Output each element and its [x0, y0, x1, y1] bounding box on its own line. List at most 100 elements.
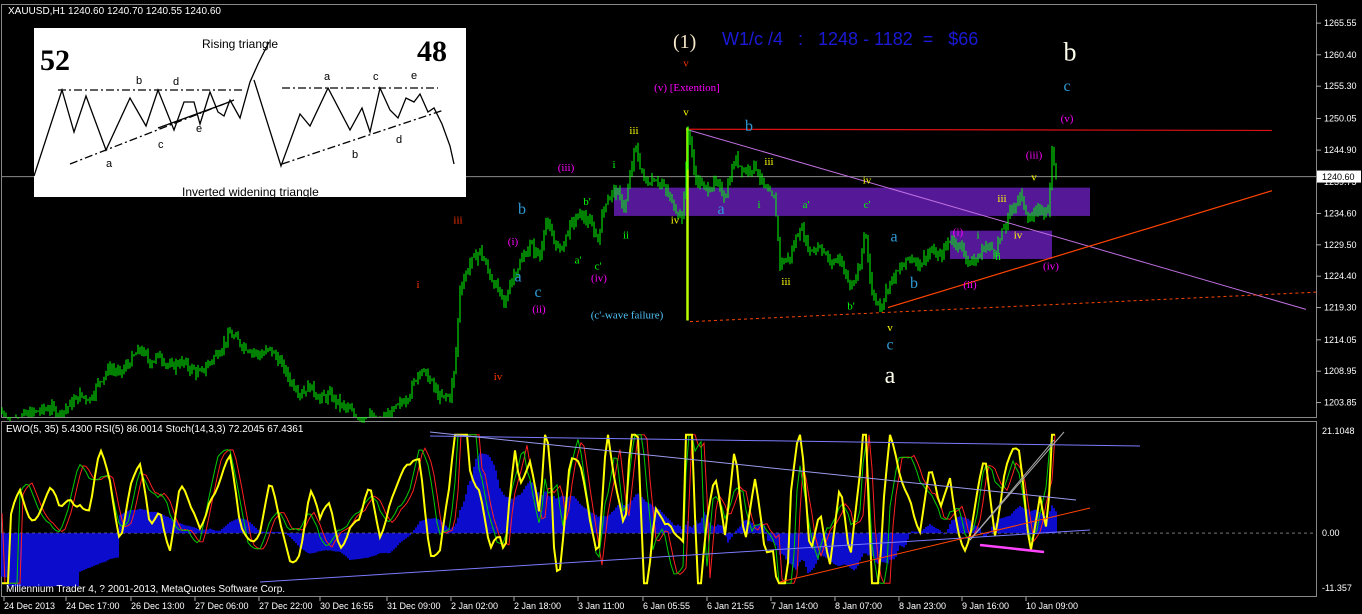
- wave-label: iv: [863, 174, 872, 186]
- time-tick-label: 30 Dec 16:55: [320, 601, 374, 611]
- resistance-line: [685, 128, 1273, 132]
- headline-calculation: W1/c /4 : 1248 - 1182 = $66: [722, 29, 978, 49]
- time-tick-label: 31 Dec 09:00: [387, 601, 441, 611]
- price-tick-label: 1219.30: [1324, 303, 1357, 313]
- wave-label: i: [757, 199, 760, 211]
- wave-label: iii: [997, 193, 1006, 205]
- wave-label: b: [1064, 37, 1077, 66]
- wave-label: v: [683, 107, 689, 119]
- trendlines: [685, 127, 1317, 323]
- indicator-header: EWO(5, 35) 5.4300 RSI(5) 86.0014 Stoch(1…: [6, 424, 304, 435]
- widening-point-c: c: [373, 71, 379, 83]
- time-tick-label: 3 Jan 11:00: [578, 601, 624, 611]
- price-tick-label: 1208.95: [1324, 366, 1357, 376]
- wave-label: b: [745, 118, 753, 135]
- wave-label: (i): [953, 227, 964, 239]
- wave-label: (iv): [1043, 260, 1059, 272]
- price-tick-label: 1255.30: [1324, 81, 1357, 91]
- wave-label: iii: [629, 125, 638, 137]
- price-tick-label: 1250.05: [1324, 113, 1357, 123]
- wave-label: iii: [453, 214, 462, 226]
- time-tick-label: 10 Jan 09:00: [1026, 601, 1078, 611]
- rising-point-b: b: [136, 75, 142, 87]
- rising-point-c: c: [158, 139, 164, 151]
- rising-triangle-percent: 52: [40, 44, 70, 77]
- time-tick-label: 24 Dec 2013: [4, 601, 55, 611]
- current-price-label: 1240.60: [1322, 172, 1355, 182]
- wave-label: c: [1063, 78, 1070, 95]
- widening-triangle-title: Inverted widening triangle: [182, 185, 319, 197]
- wave-label: i: [976, 230, 979, 242]
- rising-point-e: e: [196, 123, 202, 135]
- lower-dashed-support-line: [689, 291, 1317, 323]
- wave-label: v: [1031, 171, 1037, 183]
- wave-label: (iv): [591, 273, 607, 285]
- wave-degree-label: (1): [673, 31, 696, 53]
- time-tick-label: 27 Dec 22:00: [259, 601, 313, 611]
- price-tick-label: 1224.40: [1324, 271, 1357, 281]
- price-tick-label: 1229.50: [1324, 240, 1357, 250]
- wave-label: (c'-wave failure): [591, 310, 664, 322]
- triangle-pattern-inset: 52 48 Rising triangle Inverted widening …: [34, 28, 466, 197]
- wave-label: iii: [781, 276, 790, 288]
- time-tick-label: 27 Dec 06:00: [195, 601, 249, 611]
- time-tick-label: 2 Jan 02:00: [451, 601, 498, 611]
- wave-label: i: [612, 159, 615, 171]
- wave-label: iv: [1014, 230, 1023, 242]
- wave-label: b: [518, 201, 526, 218]
- sub-panel-frame: [1, 421, 1317, 597]
- copyright-text: Millennium Trader 4, ? 2001-2013, MetaQu…: [6, 584, 285, 595]
- price-tick-label: 1265.55: [1324, 18, 1357, 28]
- price-tick-label: 1260.40: [1324, 50, 1357, 60]
- time-tick-label: 9 Jan 16:00: [962, 601, 1009, 611]
- wave-label: ii: [995, 251, 1001, 263]
- rising-point-d: d: [173, 76, 179, 88]
- purple-zones: [614, 187, 1090, 259]
- widening-point-d: d: [396, 134, 402, 146]
- descending-triangle-line: [685, 128, 1307, 310]
- wave-label: c': [595, 260, 602, 272]
- wave-label: i: [416, 279, 419, 291]
- wave-label: a: [885, 363, 896, 389]
- supply-zone: [614, 187, 1090, 216]
- osc-upper-trendline: [429, 435, 1141, 447]
- oscillator-tick-label: 0.00: [1322, 528, 1340, 538]
- wave-label: (v): [1061, 113, 1074, 125]
- oscillator-axis: 21.1048 0.00 -11.357: [1322, 426, 1355, 593]
- time-tick-label: 6 Jan 21:55: [707, 601, 754, 611]
- price-tick-label: 1203.85: [1324, 398, 1357, 408]
- wave-label: iii: [764, 156, 773, 168]
- wave-label: v: [887, 322, 893, 334]
- wave-label: (i): [508, 236, 519, 248]
- wave-label: iv: [494, 371, 503, 383]
- time-tick-label: 8 Jan 23:00: [899, 601, 946, 611]
- time-tick-label: 24 Dec 17:00: [66, 601, 120, 611]
- oscillator-tick-label: -11.357: [1322, 583, 1352, 593]
- wave-label: (iii): [558, 162, 575, 174]
- price-tick-label: 1234.60: [1324, 208, 1357, 218]
- widening-point-b: b: [352, 149, 358, 161]
- oscillator-tick-label: 21.1048: [1322, 426, 1355, 436]
- wave-label: a': [803, 199, 810, 211]
- wave-label: iv: [671, 214, 680, 226]
- symbol-header: XAUUSD,H1 1240.60 1240.70 1240.55 1240.6…: [8, 6, 221, 17]
- wave-label: a: [717, 201, 724, 218]
- widening-point-e: e: [411, 70, 417, 82]
- wave-label: c': [864, 199, 871, 211]
- widening-point-a: a: [324, 71, 331, 83]
- widening-triangle-percent: 48: [417, 35, 447, 68]
- time-tick-label: 8 Jan 07:00: [835, 601, 882, 611]
- oscillator-panel: [1, 431, 1316, 587]
- price-tick-label: 1244.90: [1324, 145, 1357, 155]
- wave-label: a: [514, 269, 521, 286]
- wave-label: ii: [623, 230, 629, 242]
- wave-label: (ii): [532, 303, 546, 315]
- time-tick-label: 7 Jan 14:00: [771, 601, 818, 611]
- wave-label: b': [583, 196, 591, 208]
- rising-point-a: a: [106, 158, 113, 170]
- time-tick-label: 26 Dec 13:00: [131, 601, 185, 611]
- price-axis: 1265.551260.401255.301250.051244.901239.…: [1316, 18, 1361, 408]
- wave-label: a': [575, 254, 582, 266]
- time-tick-label: 6 Jan 05:55: [643, 601, 690, 611]
- wave-label: (ii): [963, 279, 977, 291]
